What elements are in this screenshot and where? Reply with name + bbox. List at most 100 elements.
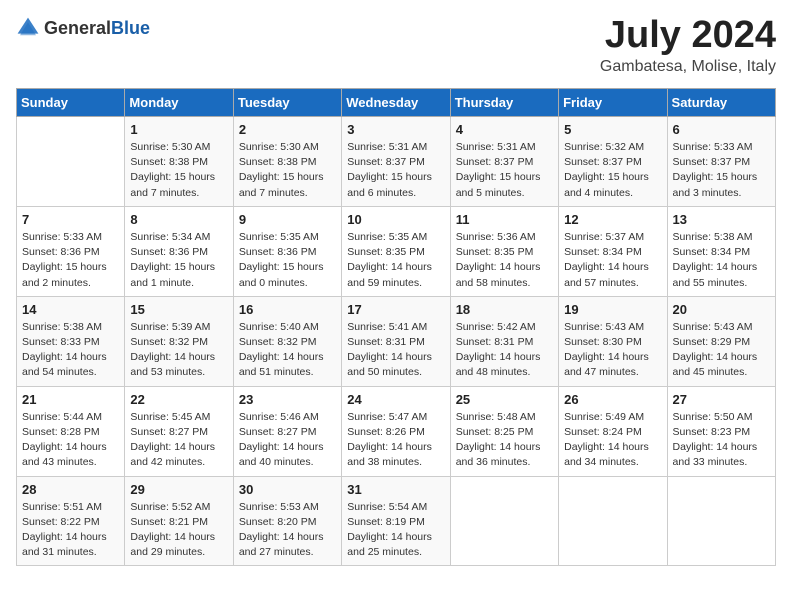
day-number: 7 xyxy=(22,212,119,227)
day-number: 15 xyxy=(130,302,227,317)
day-number: 11 xyxy=(456,212,553,227)
day-info: Sunrise: 5:47 AM Sunset: 8:26 PM Dayligh… xyxy=(347,410,444,471)
day-cell: 14 Sunrise: 5:38 AM Sunset: 8:33 PM Dayli… xyxy=(17,296,125,386)
day-cell: 7 Sunrise: 5:33 AM Sunset: 8:36 PM Daylig… xyxy=(17,206,125,296)
header-row: SundayMondayTuesdayWednesdayThursdayFrid… xyxy=(17,89,776,117)
day-info: Sunrise: 5:43 AM Sunset: 8:29 PM Dayligh… xyxy=(673,320,770,381)
day-number: 12 xyxy=(564,212,661,227)
day-number: 22 xyxy=(130,392,227,407)
day-number: 13 xyxy=(673,212,770,227)
day-info: Sunrise: 5:54 AM Sunset: 8:19 PM Dayligh… xyxy=(347,500,444,561)
day-info: Sunrise: 5:40 AM Sunset: 8:32 PM Dayligh… xyxy=(239,320,336,381)
day-info: Sunrise: 5:52 AM Sunset: 8:21 PM Dayligh… xyxy=(130,500,227,561)
day-number: 27 xyxy=(673,392,770,407)
day-number: 29 xyxy=(130,482,227,497)
day-cell: 15 Sunrise: 5:39 AM Sunset: 8:32 PM Dayli… xyxy=(125,296,233,386)
day-cell: 24 Sunrise: 5:47 AM Sunset: 8:26 PM Dayli… xyxy=(342,386,450,476)
day-cell: 8Sunrise: 5:34 AM Sunset: 8:36 PM Daylig… xyxy=(125,206,233,296)
day-info: Sunrise: 5:46 AM Sunset: 8:27 PM Dayligh… xyxy=(239,410,336,471)
calendar-table: SundayMondayTuesdayWednesdayThursdayFrid… xyxy=(16,88,776,566)
day-info: Sunrise: 5:31 AM Sunset: 8:37 PM Dayligh… xyxy=(347,140,444,201)
day-info: Sunrise: 5:34 AM Sunset: 8:36 PM Dayligh… xyxy=(130,230,227,291)
day-number: 16 xyxy=(239,302,336,317)
day-cell: 11 Sunrise: 5:36 AM Sunset: 8:35 PM Dayli… xyxy=(450,206,558,296)
day-cell: 12Sunrise: 5:37 AM Sunset: 8:34 PM Dayli… xyxy=(559,206,667,296)
day-info: Sunrise: 5:44 AM Sunset: 8:28 PM Dayligh… xyxy=(22,410,119,471)
day-number: 18 xyxy=(456,302,553,317)
day-number: 2 xyxy=(239,122,336,137)
day-number: 1 xyxy=(130,122,227,137)
day-number: 23 xyxy=(239,392,336,407)
day-number: 9 xyxy=(239,212,336,227)
week-row-5: 28Sunrise: 5:51 AM Sunset: 8:22 PM Dayli… xyxy=(17,476,776,566)
day-number: 3 xyxy=(347,122,444,137)
day-cell xyxy=(17,117,125,207)
header-cell-thursday: Thursday xyxy=(450,89,558,117)
header-cell-saturday: Saturday xyxy=(667,89,775,117)
day-number: 30 xyxy=(239,482,336,497)
day-cell: 29 Sunrise: 5:52 AM Sunset: 8:21 PM Dayli… xyxy=(125,476,233,566)
day-number: 24 xyxy=(347,392,444,407)
day-info: Sunrise: 5:38 AM Sunset: 8:34 PM Dayligh… xyxy=(673,230,770,291)
day-cell: 18 Sunrise: 5:42 AM Sunset: 8:31 PM Dayli… xyxy=(450,296,558,386)
page-header: GeneralBlue July 2024 Gambatesa, Molise,… xyxy=(16,16,776,76)
header-cell-monday: Monday xyxy=(125,89,233,117)
header-cell-friday: Friday xyxy=(559,89,667,117)
location-title: Gambatesa, Molise, Italy xyxy=(600,58,776,76)
day-cell: 2 Sunrise: 5:30 AM Sunset: 8:38 PM Daylig… xyxy=(233,117,341,207)
day-info: Sunrise: 5:43 AM Sunset: 8:30 PM Dayligh… xyxy=(564,320,661,381)
day-info: Sunrise: 5:49 AM Sunset: 8:24 PM Dayligh… xyxy=(564,410,661,471)
logo: GeneralBlue xyxy=(16,16,150,40)
day-cell: 31 Sunrise: 5:54 AM Sunset: 8:19 PM Dayli… xyxy=(342,476,450,566)
month-title: July 2024 xyxy=(600,16,776,54)
day-info: Sunrise: 5:45 AM Sunset: 8:27 PM Dayligh… xyxy=(130,410,227,471)
day-info: Sunrise: 5:31 AM Sunset: 8:37 PM Dayligh… xyxy=(456,140,553,201)
week-row-4: 21Sunrise: 5:44 AM Sunset: 8:28 PM Dayli… xyxy=(17,386,776,476)
day-info: Sunrise: 5:53 AM Sunset: 8:20 PM Dayligh… xyxy=(239,500,336,561)
day-cell: 22 Sunrise: 5:45 AM Sunset: 8:27 PM Dayli… xyxy=(125,386,233,476)
day-cell: 30 Sunrise: 5:53 AM Sunset: 8:20 PM Dayli… xyxy=(233,476,341,566)
day-cell: 9Sunrise: 5:35 AM Sunset: 8:36 PM Daylig… xyxy=(233,206,341,296)
day-info: Sunrise: 5:33 AM Sunset: 8:36 PM Dayligh… xyxy=(22,230,119,291)
day-number: 14 xyxy=(22,302,119,317)
day-cell: 10Sunrise: 5:35 AM Sunset: 8:35 PM Dayli… xyxy=(342,206,450,296)
header-cell-sunday: Sunday xyxy=(17,89,125,117)
day-cell: 28Sunrise: 5:51 AM Sunset: 8:22 PM Dayli… xyxy=(17,476,125,566)
day-number: 31 xyxy=(347,482,444,497)
day-cell xyxy=(559,476,667,566)
header-cell-tuesday: Tuesday xyxy=(233,89,341,117)
day-info: Sunrise: 5:36 AM Sunset: 8:35 PM Dayligh… xyxy=(456,230,553,291)
day-cell: 23 Sunrise: 5:46 AM Sunset: 8:27 PM Dayli… xyxy=(233,386,341,476)
day-info: Sunrise: 5:33 AM Sunset: 8:37 PM Dayligh… xyxy=(673,140,770,201)
day-info: Sunrise: 5:30 AM Sunset: 8:38 PM Dayligh… xyxy=(239,140,336,201)
day-number: 17 xyxy=(347,302,444,317)
day-info: Sunrise: 5:39 AM Sunset: 8:32 PM Dayligh… xyxy=(130,320,227,381)
day-info: Sunrise: 5:32 AM Sunset: 8:37 PM Dayligh… xyxy=(564,140,661,201)
day-cell: 1 Sunrise: 5:30 AM Sunset: 8:38 PM Daylig… xyxy=(125,117,233,207)
day-cell xyxy=(667,476,775,566)
day-cell: 21Sunrise: 5:44 AM Sunset: 8:28 PM Dayli… xyxy=(17,386,125,476)
logo-blue: Blue xyxy=(111,18,150,38)
day-number: 5 xyxy=(564,122,661,137)
day-number: 19 xyxy=(564,302,661,317)
calendar-body: 1 Sunrise: 5:30 AM Sunset: 8:38 PM Daylig… xyxy=(17,117,776,566)
logo-text: GeneralBlue xyxy=(44,18,150,39)
week-row-1: 1 Sunrise: 5:30 AM Sunset: 8:38 PM Daylig… xyxy=(17,117,776,207)
day-info: Sunrise: 5:48 AM Sunset: 8:25 PM Dayligh… xyxy=(456,410,553,471)
week-row-3: 14 Sunrise: 5:38 AM Sunset: 8:33 PM Dayli… xyxy=(17,296,776,386)
day-info: Sunrise: 5:30 AM Sunset: 8:38 PM Dayligh… xyxy=(130,140,227,201)
day-number: 20 xyxy=(673,302,770,317)
day-info: Sunrise: 5:38 AM Sunset: 8:33 PM Dayligh… xyxy=(22,320,119,381)
day-info: Sunrise: 5:42 AM Sunset: 8:31 PM Dayligh… xyxy=(456,320,553,381)
week-row-2: 7 Sunrise: 5:33 AM Sunset: 8:36 PM Daylig… xyxy=(17,206,776,296)
day-cell: 3 Sunrise: 5:31 AM Sunset: 8:37 PM Daylig… xyxy=(342,117,450,207)
day-cell xyxy=(450,476,558,566)
day-cell: 17 Sunrise: 5:41 AM Sunset: 8:31 PM Dayli… xyxy=(342,296,450,386)
day-number: 26 xyxy=(564,392,661,407)
day-cell: 16 Sunrise: 5:40 AM Sunset: 8:32 PM Dayli… xyxy=(233,296,341,386)
day-cell: 4Sunrise: 5:31 AM Sunset: 8:37 PM Daylig… xyxy=(450,117,558,207)
day-info: Sunrise: 5:41 AM Sunset: 8:31 PM Dayligh… xyxy=(347,320,444,381)
day-info: Sunrise: 5:51 AM Sunset: 8:22 PM Dayligh… xyxy=(22,500,119,561)
day-cell: 6Sunrise: 5:33 AM Sunset: 8:37 PM Daylig… xyxy=(667,117,775,207)
day-cell: 26 Sunrise: 5:49 AM Sunset: 8:24 PM Dayli… xyxy=(559,386,667,476)
